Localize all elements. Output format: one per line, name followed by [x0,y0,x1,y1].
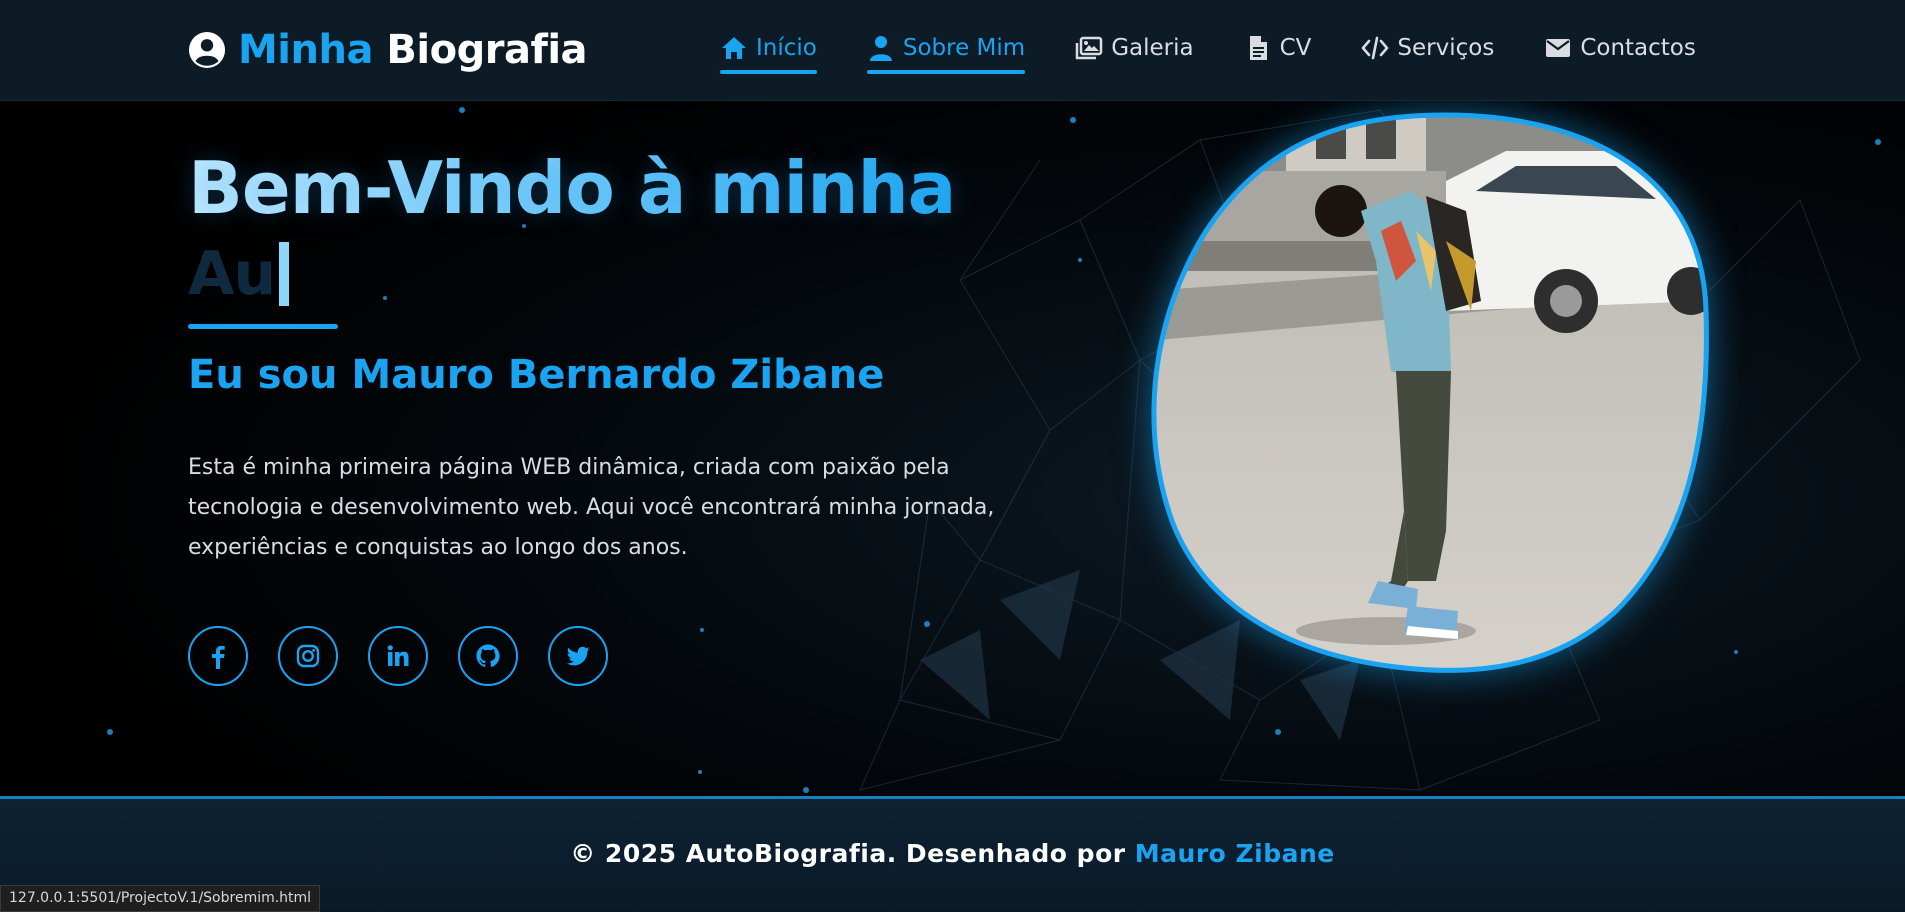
navbar: Minha Biografia Início Sobre Mim Galeria… [0,0,1905,101]
nav-label: CV [1279,35,1312,61]
nav-item-galeria[interactable]: Galeria [1075,34,1194,66]
nav-item-contactos[interactable]: Contactos [1544,34,1696,66]
nav-label: Contactos [1580,35,1696,61]
page: Minha Biografia Início Sobre Mim Galeria… [0,0,1905,912]
linkedin-icon [387,645,409,666]
social-links [188,626,608,686]
browser-status-url: 127.0.0.1:5501/ProjectoV.1/Sobremim.html [0,885,321,912]
nav-item-servicos[interactable]: Serviços [1361,34,1494,66]
instagram-icon [296,644,320,668]
typing-text: Au [188,239,276,309]
twitter-link[interactable] [548,626,608,686]
hero-subtitle: Eu sou Mauro Bernardo Zibane [188,352,885,398]
facebook-link[interactable] [188,626,248,686]
hero-title: Bem-Vindo à minha [188,146,956,230]
nav-label: Galeria [1111,35,1194,61]
facebook-icon [212,645,225,669]
github-link[interactable] [458,626,518,686]
footer-author-link[interactable]: Mauro Zibane [1135,839,1335,868]
nav-item-inicio[interactable]: Início [720,34,817,74]
title-underline [188,324,338,329]
footer-text: © 2025 AutoBiografia. Desenhado por Maur… [0,839,1905,868]
typing-cursor [279,242,290,306]
user-icon [869,36,892,61]
typing-line: Au [188,232,290,316]
hero-intro: Esta é minha primeira página WEB dinâmic… [188,455,995,560]
linkedin-link[interactable] [368,626,428,686]
footer-copyright: © 2025 AutoBiografia. Desenhado por [570,839,1126,868]
github-icon [476,644,500,667]
brand-first-word: Minha [238,27,373,73]
brand-logo[interactable]: Minha Biografia [188,24,588,76]
nav-label: Início [756,35,817,61]
code-icon [1362,36,1389,60]
nav-label: Sobre Mim [902,35,1026,61]
nav-label: Serviços [1397,35,1495,61]
user-circle-icon [188,31,226,69]
nav-item-cv[interactable]: CV [1244,34,1312,66]
nav-item-sobre-mim[interactable]: Sobre Mim [866,34,1026,74]
images-icon [1075,36,1103,60]
twitter-icon [566,646,590,666]
brand-second-word: Biografia [386,27,588,73]
main-nav: Início Sobre Mim Galeria CV Serviços Con… [720,30,1696,74]
instagram-link[interactable] [278,626,338,686]
file-icon [1249,36,1267,60]
envelope-icon [1546,39,1571,57]
home-icon [722,37,746,59]
profile-photo [1146,111,1710,675]
profile-photo-image [1151,112,1709,673]
